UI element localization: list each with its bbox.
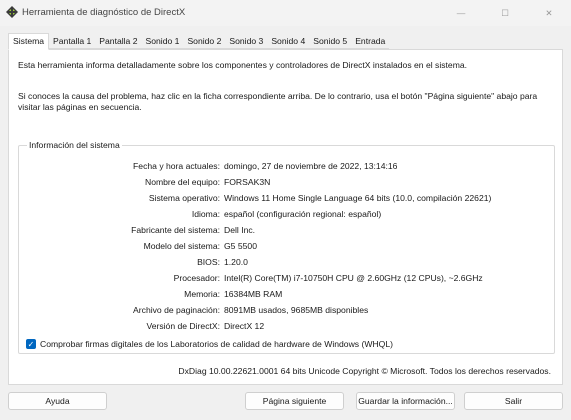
close-button[interactable]: ✕ (527, 0, 571, 26)
info-row-os: Sistema operativo: Windows 11 Home Singl… (19, 193, 554, 205)
info-label: Fabricante del sistema: (131, 225, 220, 235)
info-row-memory: Memoria: 16384MB RAM (19, 289, 554, 301)
tab-sonido-1[interactable]: Sonido 1 (141, 34, 184, 49)
info-row-datetime: Fecha y hora actuales: domingo, 27 de no… (19, 161, 554, 173)
window-title: Herramienta de diagnóstico de DirectX (22, 7, 186, 18)
next-page-button[interactable]: Página siguiente (245, 392, 344, 410)
info-label: Procesador: (173, 273, 220, 283)
close-icon: ✕ (545, 7, 553, 18)
minimize-button[interactable]: — (439, 0, 483, 26)
tab-sonido-4[interactable]: Sonido 4 (267, 34, 310, 49)
help-button[interactable]: Ayuda (8, 392, 107, 410)
info-row-language: Idioma: español (configuración regional:… (19, 209, 554, 221)
info-row-computer-name: Nombre del equipo: FORSAK3N (19, 177, 554, 189)
tab-pantalla-1[interactable]: Pantalla 1 (49, 34, 96, 49)
info-value: Intel(R) Core(TM) i7-10750H CPU @ 2.60GH… (224, 273, 483, 283)
tab-sistema[interactable]: Sistema (8, 33, 50, 50)
info-row-processor: Procesador: Intel(R) Core(TM) i7-10750H … (19, 273, 554, 285)
info-label: Versión de DirectX: (146, 321, 220, 331)
info-row-bios: BIOS: 1.20.0 (19, 257, 554, 269)
tab-pantalla-2[interactable]: Pantalla 2 (95, 34, 142, 49)
maximize-button[interactable]: ☐ (483, 0, 527, 26)
exit-button[interactable]: Salir (464, 392, 563, 410)
info-label: BIOS: (197, 257, 220, 267)
info-value: 1.20.0 (224, 257, 248, 267)
info-row-pagefile: Archivo de paginación: 8091MB usados, 96… (19, 305, 554, 317)
info-label: Fecha y hora actuales: (133, 161, 220, 171)
tab-sonido-5[interactable]: Sonido 5 (309, 34, 352, 49)
minimize-icon: — (456, 8, 466, 18)
intro-text-2: Si conoces la causa del problema, haz cl… (18, 91, 538, 112)
tab-sonido-2[interactable]: Sonido 2 (183, 34, 226, 49)
info-label: Nombre del equipo: (144, 177, 220, 187)
intro-text-1: Esta herramienta informa detalladamente … (18, 60, 468, 70)
title-bar: Herramienta de diagnóstico de DirectX — … (0, 0, 571, 26)
info-label: Archivo de paginación: (133, 305, 220, 315)
info-row-manufacturer: Fabricante del sistema: Dell Inc. (19, 225, 554, 237)
save-info-button[interactable]: Guardar la información... (356, 392, 455, 410)
info-row-directx-version: Versión de DirectX: DirectX 12 (19, 321, 554, 333)
info-value: domingo, 27 de noviembre de 2022, 13:14:… (224, 161, 398, 171)
info-value: 16384MB RAM (224, 289, 283, 299)
checkmark-icon[interactable]: ✓ (26, 339, 36, 349)
info-value: Windows 11 Home Single Language 64 bits … (224, 193, 492, 203)
maximize-icon: ☐ (501, 7, 509, 18)
system-tab-panel: Esta herramienta informa detalladamente … (8, 49, 563, 385)
info-value: 8091MB usados, 9685MB disponibles (224, 305, 369, 315)
system-info-title: Información del sistema (27, 140, 122, 150)
info-label: Modelo del sistema: (143, 241, 220, 251)
tab-entrada[interactable]: Entrada (351, 34, 390, 49)
copyright-text: DxDiag 10.00.22621.0001 64 bits Unicode … (178, 366, 551, 376)
tab-strip: Sistema Pantalla 1 Pantalla 2 Sonido 1 S… (8, 33, 390, 50)
info-label: Idioma: (191, 209, 220, 219)
whql-checkbox[interactable]: ✓ Comprobar firmas digitales de los Labo… (26, 339, 393, 349)
directx-app-icon (6, 6, 18, 18)
info-value: G5 5500 (224, 241, 257, 251)
info-label: Sistema operativo: (148, 193, 220, 203)
system-info-group: Información del sistema Fecha y hora act… (18, 140, 555, 354)
whql-checkbox-label: Comprobar firmas digitales de los Labora… (40, 339, 393, 349)
tab-sonido-3[interactable]: Sonido 3 (225, 34, 268, 49)
info-row-model: Modelo del sistema: G5 5500 (19, 241, 554, 253)
info-value: Dell Inc. (224, 225, 256, 235)
info-value: español (configuración regional: español… (224, 209, 382, 219)
info-value: FORSAK3N (224, 177, 271, 187)
info-label: Memoria: (184, 289, 220, 299)
info-value: DirectX 12 (224, 321, 265, 331)
